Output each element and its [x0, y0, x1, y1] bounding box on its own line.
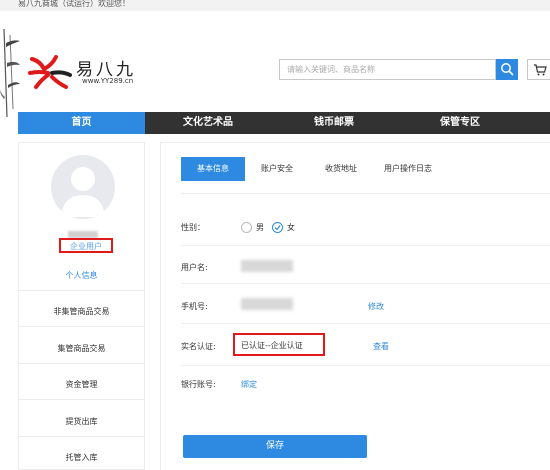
gender-male-radio[interactable]	[241, 222, 252, 233]
sidebar-item-custody-trade[interactable]: 集管商品交易	[19, 343, 144, 354]
bank-bind-link[interactable]: 绑定	[241, 379, 257, 390]
top-bar: 易八九商城（试运行）欢迎您！	[0, 0, 550, 11]
phone-value-blurred	[241, 298, 293, 310]
user-type-highlight: 企业用户	[59, 238, 113, 253]
realname-status: 已认证--企业认证	[241, 341, 303, 350]
sidebar-item-non-custody-trade[interactable]: 非集管商品交易	[19, 306, 144, 317]
search-box	[279, 59, 496, 80]
search-input[interactable]	[280, 60, 495, 79]
cart-icon	[534, 64, 547, 76]
divider	[19, 399, 144, 400]
tab-account-security[interactable]: 账户安全	[245, 157, 309, 181]
main-nav: 首页 文化艺术品 钱币邮票 保管专区	[18, 112, 550, 134]
tab-operation-log[interactable]: 用户操作日志	[373, 157, 443, 181]
sidebar-item-funds[interactable]: 资金管理	[19, 379, 144, 390]
realname-label: 实名认证:	[181, 342, 216, 351]
nav-item-culture-art[interactable]: 文化艺术品	[145, 112, 271, 134]
phone-label: 手机号:	[181, 302, 208, 311]
realname-highlight: 已认证--企业认证	[233, 333, 325, 356]
avatar[interactable]	[51, 155, 115, 219]
gender-female-label: 女	[287, 223, 295, 232]
divider	[181, 323, 550, 324]
divider	[19, 326, 144, 327]
main-panel: 基本信息 账户安全 收货地址 用户操作日志 性别： 男 女 用户名: 手机号: …	[160, 142, 550, 470]
phone-edit-link[interactable]: 修改	[368, 301, 384, 312]
username-label: 用户名:	[181, 263, 208, 272]
nav-item-home[interactable]: 首页	[18, 112, 145, 134]
save-button[interactable]: 保存	[183, 435, 367, 458]
nav-item-custody[interactable]: 保管专区	[397, 112, 523, 134]
gender-male-label: 男	[256, 223, 264, 232]
divider	[181, 245, 550, 246]
user-avatar-icon	[61, 167, 105, 217]
checkmark-icon	[274, 225, 281, 231]
username-value-blurred	[241, 260, 293, 272]
logo-url: www.YY289.cn	[82, 77, 134, 85]
user-type-label: 企业用户	[70, 242, 102, 251]
cart-button[interactable]	[527, 59, 550, 80]
gender-label: 性别：	[181, 223, 205, 232]
sidebar-item-personal-info[interactable]: 个人信息	[19, 270, 144, 281]
sidebar: 企业用户 个人信息 非集管商品交易 集管商品交易 资金管理 提货出库 托管入库	[18, 142, 145, 470]
sidebar-item-pickup[interactable]: 提货出库	[19, 416, 144, 427]
divider	[19, 290, 144, 291]
bank-label: 银行账号:	[181, 380, 216, 389]
divider	[19, 363, 144, 364]
header: 易八九 www.YY289.cn	[0, 11, 550, 117]
tab-shipping-address[interactable]: 收货地址	[309, 157, 373, 181]
realname-view-link[interactable]: 查看	[373, 341, 389, 352]
divider	[19, 436, 144, 437]
search-icon	[501, 63, 514, 76]
logo-icon[interactable]	[26, 51, 74, 91]
welcome-text: 易八九商城（试运行）欢迎您！	[18, 0, 130, 8]
tab-basic-info[interactable]: 基本信息	[181, 157, 245, 181]
divider	[181, 365, 550, 366]
sidebar-item-deposit[interactable]: 托管入库	[19, 452, 144, 463]
gender-female-radio[interactable]	[272, 222, 283, 233]
search-button[interactable]	[496, 59, 518, 80]
divider	[181, 283, 550, 284]
bamboo-decoration-icon	[0, 29, 20, 117]
nav-item-coins-stamps[interactable]: 钱币邮票	[271, 112, 397, 134]
username-blurred	[68, 231, 98, 238]
divider	[181, 193, 550, 194]
